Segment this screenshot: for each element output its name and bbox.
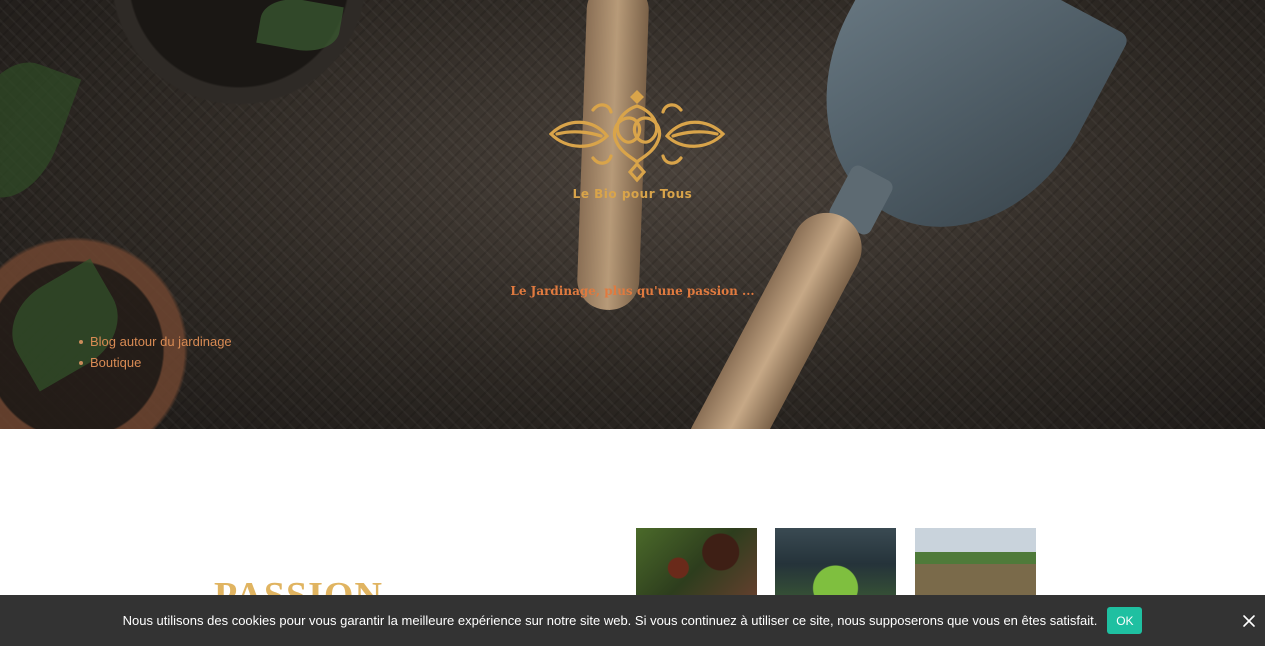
cookie-message: Nous utilisons des cookies pour vous gar… — [122, 613, 1098, 628]
nav-item-blog: Blog autour du jardinage — [79, 331, 232, 352]
bullet-icon — [79, 339, 83, 344]
close-icon[interactable] — [1242, 614, 1256, 628]
main-navigation: Blog autour du jardinage Boutique — [79, 331, 232, 373]
nav-item-boutique: Boutique — [79, 352, 232, 373]
cookie-banner: Nous utilisons des cookies pour vous gar… — [0, 595, 1265, 646]
site-tagline: Le Jardinage, plus qu'une passion ... — [510, 284, 755, 298]
brand-name: Le Bio pour Tous — [572, 187, 693, 201]
cookie-accept-button[interactable]: OK — [1107, 607, 1143, 634]
background-shovel-handle — [676, 200, 874, 429]
logo-ornament-icon — [549, 90, 725, 183]
hero-header: Le Bio pour Tous Le Jardinage, plus qu'u… — [0, 0, 1265, 429]
bullet-icon — [79, 360, 83, 365]
nav-link-boutique[interactable]: Boutique — [90, 355, 141, 370]
nav-link-blog[interactable]: Blog autour du jardinage — [90, 334, 232, 349]
